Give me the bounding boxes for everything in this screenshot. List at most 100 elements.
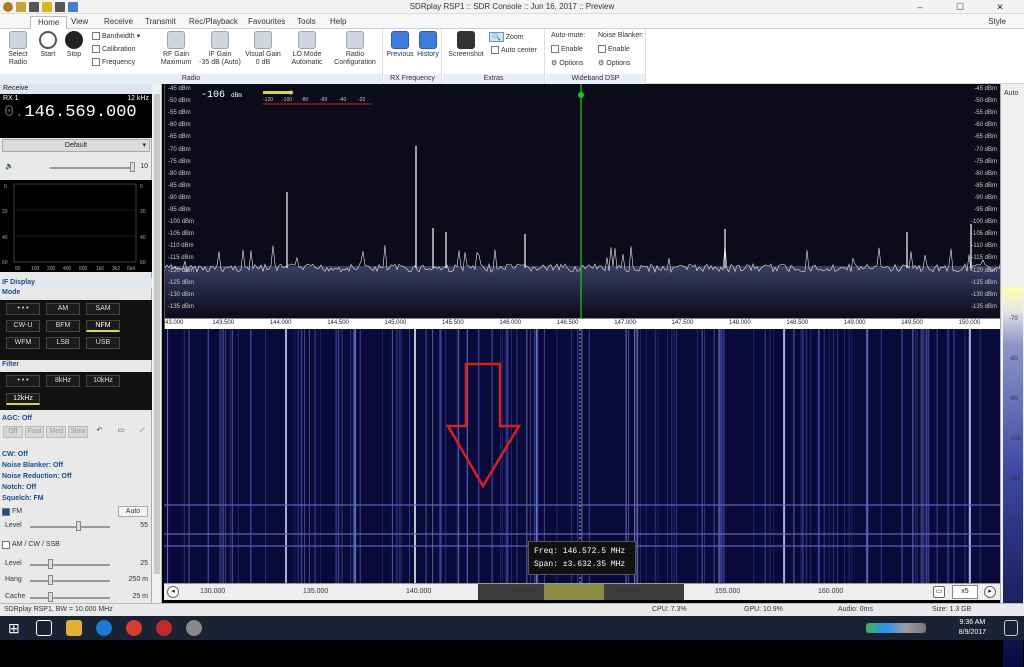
filter-10khz-button[interactable]: 10kHz	[86, 375, 120, 387]
tab-help[interactable]: Help	[323, 16, 353, 29]
calibration-button[interactable]: Calibration	[92, 45, 135, 53]
notifications-icon[interactable]	[1004, 620, 1018, 636]
filter-more-button[interactable]: • • •	[6, 375, 40, 387]
notch-row[interactable]: Notch: Off	[0, 483, 152, 493]
wideband-dsp-group-label: Wideband DSP	[546, 74, 645, 84]
mode-lsb-button[interactable]: LSB	[46, 337, 80, 349]
agc-off-button[interactable]: Off	[3, 426, 23, 438]
if-gain-button[interactable]: IF Gain -35 dB (Auto)	[198, 31, 242, 67]
overview-axis[interactable]: ◂ x5 ▭ ▸ 130.000 135.000 140.000 145.000 150…	[164, 583, 1000, 600]
radio-configuration-button[interactable]: Radio Configuration	[330, 31, 380, 67]
task-view-icon[interactable]	[36, 620, 52, 636]
tab-view[interactable]: View	[64, 16, 95, 29]
db-label: -85 dBm	[168, 182, 191, 189]
fm-squelch-row: FM Auto	[0, 506, 152, 518]
bandwidth-button[interactable]: Bandwidth ▾	[92, 32, 140, 40]
frequency-tick-label: 148.500	[786, 320, 809, 326]
mode-wfm-button[interactable]: WFM	[6, 337, 40, 349]
auto-button[interactable]: Auto	[118, 506, 148, 517]
agc-settings-icon[interactable]: ▭	[111, 426, 130, 438]
filter-12khz-button[interactable]: 12kHz	[6, 393, 40, 405]
level-slider[interactable]	[76, 521, 81, 531]
squelch-row[interactable]: Squelch: FM	[0, 494, 152, 504]
mode-am-button[interactable]: AM	[46, 303, 80, 315]
scroll-right-icon[interactable]: ▸	[984, 586, 996, 598]
am-level-slider[interactable]	[48, 559, 53, 569]
rf-gain-button[interactable]: RF Gain Maximum	[156, 31, 196, 67]
db-label: -75 dBm	[168, 158, 191, 165]
tab-favourites[interactable]: Favourites	[241, 16, 292, 29]
tab-tools[interactable]: Tools	[290, 16, 323, 29]
edge-browser-icon[interactable]	[96, 620, 112, 636]
waterfall-display[interactable]: Freq: 146.572.5 MHz Span: ±3.632.35 MHz	[164, 329, 1000, 583]
frequency-display[interactable]: 0.146.569.000	[0, 104, 152, 122]
auto-center-checkbox[interactable]: Auto center	[491, 46, 537, 54]
db-label: -70 dBm	[168, 146, 191, 153]
app-icon[interactable]	[186, 620, 202, 636]
hang-slider[interactable]	[48, 575, 53, 585]
agc-med-button[interactable]: Med	[46, 426, 67, 438]
agc-graph-icon[interactable]: ⟋	[133, 426, 152, 438]
zoom-button[interactable]: 🔍 Zoom	[489, 32, 524, 42]
mode-bfm-button[interactable]: BFM	[46, 320, 80, 332]
db-label: -60 dBm	[974, 122, 997, 129]
agc-undo-icon[interactable]: ↶	[90, 426, 109, 438]
noise-blanker-options-button[interactable]: ⚙ Options	[598, 59, 630, 68]
start-button[interactable]: Start	[34, 31, 62, 59]
visual-gain-button[interactable]: Visual Gain 0 dB	[244, 31, 282, 67]
mode-usb-button[interactable]: USB	[86, 337, 120, 349]
preset-dropdown[interactable]: Default ▾	[2, 139, 150, 152]
cw-row[interactable]: CW: Off	[0, 450, 152, 460]
auto-mute-options-button[interactable]: ⚙ Options	[551, 59, 583, 68]
style-menu[interactable]: Style	[988, 17, 1006, 26]
audio-scope-graph: 0 20 40 60 0 20 40 60 50 100 200 400 800…	[2, 183, 146, 272]
speaker-icon[interactable]: 🔈	[5, 163, 14, 170]
tab-transmit[interactable]: Transmit	[138, 16, 183, 29]
left-panel-scrollbar[interactable]	[152, 84, 162, 604]
if-display-header[interactable]: IF Display	[0, 278, 152, 288]
noise-blanker-enable-checkbox[interactable]: Enable	[598, 45, 630, 53]
am-cw-ssb-checkbox[interactable]	[2, 541, 10, 549]
noise-blanker-row[interactable]: Noise Blanker: Off	[0, 461, 152, 471]
scope-y-label: 20	[2, 209, 8, 215]
maximize-icon[interactable]: ☐	[940, 0, 980, 14]
zoom-factor-dropdown[interactable]: x5	[952, 585, 978, 599]
taskbar-clock[interactable]: 9:36 AM 8/9/2017	[959, 618, 986, 638]
chrome-browser-icon[interactable]	[126, 620, 142, 636]
spectrum-display[interactable]: -106 dBm -120 -100 -80 -60 -40 -20 -45 dBm -50…	[164, 84, 1001, 329]
system-tray-icons[interactable]	[866, 623, 926, 633]
screenshot-button[interactable]: Screenshot	[446, 31, 486, 59]
mode-sam-button[interactable]: SAM	[86, 303, 120, 315]
lo-mode-button[interactable]: LO Mode Automatic	[286, 31, 328, 67]
close-icon[interactable]: ✕	[980, 0, 1020, 14]
start-windows-icon[interactable]: ⊞	[8, 620, 24, 636]
file-explorer-icon[interactable]	[66, 620, 82, 636]
mode-nfm-button[interactable]: NFM	[86, 320, 120, 332]
agc-slow-button[interactable]: Slow	[68, 426, 88, 438]
tab-receive[interactable]: Receive	[97, 16, 140, 29]
auto-scale-button[interactable]: Auto	[1004, 90, 1018, 97]
fm-checkbox[interactable]	[2, 508, 10, 516]
tuning-cursor-handle[interactable]	[578, 92, 584, 98]
agc-fast-button[interactable]: Fast	[24, 426, 45, 438]
tab-rec-playback[interactable]: Rec/Playback	[182, 16, 245, 29]
cache-slider[interactable]	[48, 592, 53, 602]
filter-8khz-button[interactable]: 8kHz	[46, 375, 80, 387]
previous-button[interactable]: Previous	[386, 31, 414, 59]
mode-more-button[interactable]: • • •	[6, 303, 40, 315]
minimize-icon[interactable]: –	[900, 0, 940, 14]
cpu-usage: CPU: 7.3%	[652, 606, 687, 613]
auto-mute-enable-checkbox[interactable]: Enable	[551, 45, 583, 53]
history-button[interactable]: History	[414, 31, 442, 59]
stop-button[interactable]: Stop	[60, 31, 88, 59]
volume-slider[interactable]	[130, 162, 135, 172]
view-mode-icon[interactable]: ▭	[933, 586, 945, 598]
scroll-left-icon[interactable]: ◂	[167, 586, 179, 598]
frequency-button[interactable]: Frequency	[92, 58, 135, 66]
mode-cwu-button[interactable]: CW-U	[6, 320, 40, 332]
sdr-app-icon[interactable]	[156, 620, 172, 636]
frequency-tick-label: 148.000	[729, 320, 751, 326]
tab-home[interactable]: Home	[30, 16, 68, 29]
noise-reduction-row[interactable]: Noise Reduction: Off	[0, 472, 152, 482]
select-radio-button[interactable]: Select Radio	[4, 31, 32, 67]
